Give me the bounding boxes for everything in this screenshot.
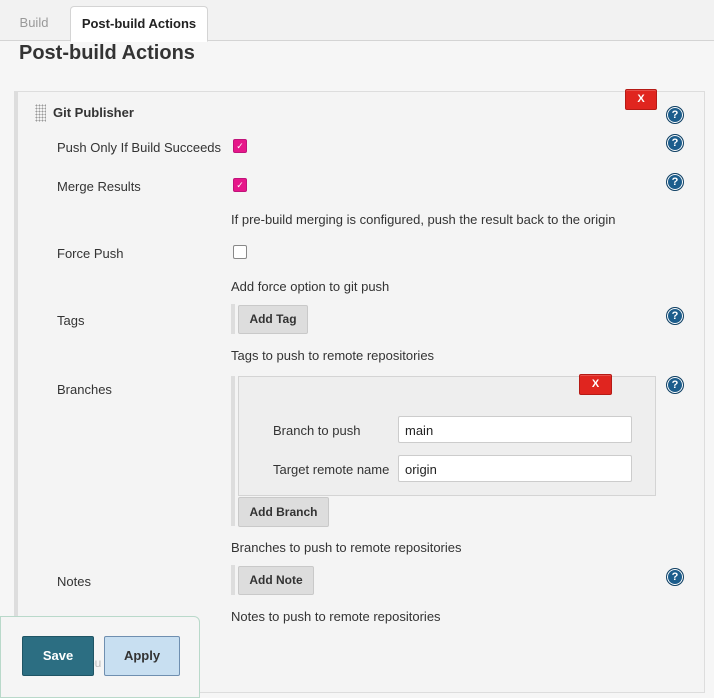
branches-repeat-bar [231,376,235,526]
notes-label: Notes [57,574,91,589]
drag-handle-icon[interactable] [35,104,46,122]
branches-label: Branches [57,382,112,397]
tags-description: Tags to push to remote repositories [231,348,435,363]
branch-to-push-input[interactable]: main [398,416,632,443]
section-title: Git Publisher [53,105,134,120]
delete-branch-button[interactable]: X [579,374,612,395]
tags-label: Tags [57,313,85,328]
branches-description: Branches to push to remote repositories [231,540,462,555]
push-only-label: Push Only If Build Succeeds [57,140,222,155]
delete-publisher-button[interactable]: X [625,89,657,110]
force-push-checkbox[interactable] [233,245,247,259]
tab-build[interactable]: Build [8,8,60,40]
branch-to-push-label: Branch to push [273,423,361,438]
add-branch-button[interactable]: Add Branch [238,497,329,527]
add-note-button[interactable]: Add Note [238,566,314,595]
add-tag-button[interactable]: Add Tag [238,305,308,334]
apply-button[interactable]: Apply [104,636,180,676]
target-remote-label: Target remote name [273,462,390,477]
push-only-checkbox[interactable]: ✓ [233,139,247,153]
merge-results-label: Merge Results [57,179,141,194]
help-icon[interactable]: ? [666,307,684,325]
help-icon[interactable]: ? [666,568,684,586]
help-icon[interactable]: ? [666,134,684,152]
merge-results-checkbox[interactable]: ✓ [233,178,247,192]
help-icon[interactable]: ? [666,106,684,124]
save-button[interactable]: Save [22,636,94,676]
merge-results-description: If pre-build merging is configured, push… [231,212,616,227]
tab-post-build-actions[interactable]: Post-build Actions [70,6,208,42]
help-icon[interactable]: ? [666,376,684,394]
notes-repeat-bar [231,565,235,595]
force-push-label: Force Push [57,246,124,261]
notes-description: Notes to push to remote repositories [231,609,441,624]
force-push-description: Add force option to git push [231,279,390,294]
help-icon[interactable]: ? [666,173,684,191]
page-title: Post-build Actions [19,42,195,64]
target-remote-input[interactable]: origin [398,455,632,482]
tags-repeat-bar [231,304,235,334]
